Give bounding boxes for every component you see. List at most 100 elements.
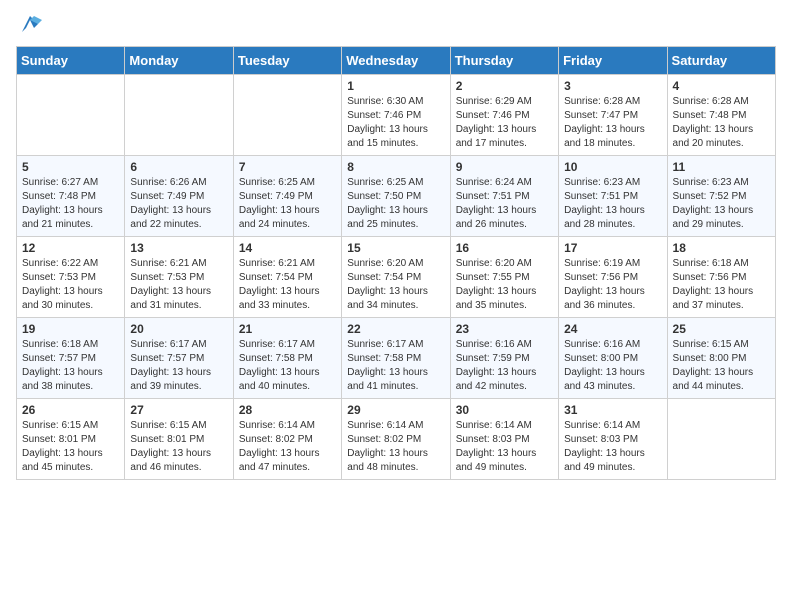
day-number: 4 bbox=[673, 79, 770, 93]
calendar-cell: 12Sunrise: 6:22 AM Sunset: 7:53 PM Dayli… bbox=[17, 237, 125, 318]
day-info: Sunrise: 6:20 AM Sunset: 7:55 PM Dayligh… bbox=[456, 257, 553, 313]
calendar-cell: 24 Sunrise: 6:16 AM Sunset: 8:00 PM Dayli… bbox=[559, 318, 667, 399]
day-info: Sunrise: 6:30 AM Sunset: 7:46 PM Dayligh… bbox=[347, 95, 444, 151]
day-number: 19 bbox=[22, 322, 119, 336]
day-info: Sunrise: 6:14 AM Sunset: 8:02 PM Dayligh… bbox=[239, 419, 336, 475]
day-number: 23 bbox=[456, 322, 553, 336]
calendar-cell: 5 Sunrise: 6:27 AM Sunset: 7:48 PM Daylig… bbox=[17, 156, 125, 237]
day-number: 6 bbox=[130, 160, 227, 174]
calendar-cell: 16 Sunrise: 6:20 AM Sunset: 7:55 PM Dayli… bbox=[450, 237, 558, 318]
day-number: 5 bbox=[22, 160, 119, 174]
weekday-header-thursday: Thursday bbox=[450, 47, 558, 75]
calendar-cell bbox=[667, 399, 775, 480]
day-number: 25 bbox=[673, 322, 770, 336]
week-row-3: 19 Sunrise: 6:18 AM Sunset: 7:57 PM Dayli… bbox=[17, 318, 776, 399]
day-number: 11 bbox=[673, 160, 770, 174]
day-number: 12 bbox=[22, 241, 119, 255]
calendar-cell: 23Sunrise: 6:16 AM Sunset: 7:59 PM Dayli… bbox=[450, 318, 558, 399]
day-number: 3 bbox=[564, 79, 661, 93]
day-number: 20 bbox=[130, 322, 227, 336]
weekday-header-row: SundayMondayTuesdayWednesdayThursdayFrid… bbox=[17, 47, 776, 75]
calendar-cell: 9 Sunrise: 6:24 AM Sunset: 7:51 PM Daylig… bbox=[450, 156, 558, 237]
calendar-cell: 2 Sunrise: 6:29 AM Sunset: 7:46 PM Daylig… bbox=[450, 75, 558, 156]
day-number: 21 bbox=[239, 322, 336, 336]
day-info: Sunrise: 6:29 AM Sunset: 7:46 PM Dayligh… bbox=[456, 95, 553, 151]
day-number: 17 bbox=[564, 241, 661, 255]
day-info: Sunrise: 6:15 AM Sunset: 8:01 PM Dayligh… bbox=[130, 419, 227, 475]
day-info: Sunrise: 6:28 AM Sunset: 7:47 PM Dayligh… bbox=[564, 95, 661, 151]
day-number: 16 bbox=[456, 241, 553, 255]
calendar-cell: 26 Sunrise: 6:15 AM Sunset: 8:01 PM Dayli… bbox=[17, 399, 125, 480]
week-row-2: 12Sunrise: 6:22 AM Sunset: 7:53 PM Dayli… bbox=[17, 237, 776, 318]
day-number: 9 bbox=[456, 160, 553, 174]
day-info: Sunrise: 6:21 AM Sunset: 7:53 PM Dayligh… bbox=[130, 257, 227, 313]
day-number: 26 bbox=[22, 403, 119, 417]
day-number: 29 bbox=[347, 403, 444, 417]
calendar-cell bbox=[17, 75, 125, 156]
day-number: 27 bbox=[130, 403, 227, 417]
week-row-0: 1 Sunrise: 6:30 AM Sunset: 7:46 PM Daylig… bbox=[17, 75, 776, 156]
day-info: Sunrise: 6:23 AM Sunset: 7:51 PM Dayligh… bbox=[564, 176, 661, 232]
calendar-cell: 30 Sunrise: 6:14 AM Sunset: 8:03 PM Dayli… bbox=[450, 399, 558, 480]
header bbox=[16, 16, 776, 36]
calendar-cell: 13 Sunrise: 6:21 AM Sunset: 7:53 PM Dayli… bbox=[125, 237, 233, 318]
logo-text bbox=[16, 16, 42, 36]
calendar-cell: 4 Sunrise: 6:28 AM Sunset: 7:48 PM Daylig… bbox=[667, 75, 775, 156]
weekday-header-monday: Monday bbox=[125, 47, 233, 75]
day-number: 14 bbox=[239, 241, 336, 255]
day-info: Sunrise: 6:14 AM Sunset: 8:03 PM Dayligh… bbox=[564, 419, 661, 475]
day-info: Sunrise: 6:14 AM Sunset: 8:03 PM Dayligh… bbox=[456, 419, 553, 475]
day-info: Sunrise: 6:17 AM Sunset: 7:58 PM Dayligh… bbox=[347, 338, 444, 394]
logo-icon bbox=[18, 12, 42, 36]
day-info: Sunrise: 6:28 AM Sunset: 7:48 PM Dayligh… bbox=[673, 95, 770, 151]
day-info: Sunrise: 6:25 AM Sunset: 7:49 PM Dayligh… bbox=[239, 176, 336, 232]
calendar: SundayMondayTuesdayWednesdayThursdayFrid… bbox=[16, 46, 776, 480]
day-number: 2 bbox=[456, 79, 553, 93]
calendar-cell: 11 Sunrise: 6:23 AM Sunset: 7:52 PM Dayli… bbox=[667, 156, 775, 237]
day-info: Sunrise: 6:17 AM Sunset: 7:58 PM Dayligh… bbox=[239, 338, 336, 394]
day-number: 7 bbox=[239, 160, 336, 174]
calendar-cell: 19 Sunrise: 6:18 AM Sunset: 7:57 PM Dayli… bbox=[17, 318, 125, 399]
calendar-cell: 15 Sunrise: 6:20 AM Sunset: 7:54 PM Dayli… bbox=[342, 237, 450, 318]
day-number: 31 bbox=[564, 403, 661, 417]
weekday-header-friday: Friday bbox=[559, 47, 667, 75]
day-number: 1 bbox=[347, 79, 444, 93]
calendar-cell: 10Sunrise: 6:23 AM Sunset: 7:51 PM Dayli… bbox=[559, 156, 667, 237]
calendar-cell: 21 Sunrise: 6:17 AM Sunset: 7:58 PM Dayli… bbox=[233, 318, 341, 399]
weekday-header-saturday: Saturday bbox=[667, 47, 775, 75]
day-number: 18 bbox=[673, 241, 770, 255]
calendar-cell: 22 Sunrise: 6:17 AM Sunset: 7:58 PM Dayli… bbox=[342, 318, 450, 399]
calendar-cell: 3 Sunrise: 6:28 AM Sunset: 7:47 PM Daylig… bbox=[559, 75, 667, 156]
calendar-cell: 1 Sunrise: 6:30 AM Sunset: 7:46 PM Daylig… bbox=[342, 75, 450, 156]
day-number: 13 bbox=[130, 241, 227, 255]
calendar-cell: 17 Sunrise: 6:19 AM Sunset: 7:56 PM Dayli… bbox=[559, 237, 667, 318]
calendar-cell: 20 Sunrise: 6:17 AM Sunset: 7:57 PM Dayli… bbox=[125, 318, 233, 399]
day-number: 22 bbox=[347, 322, 444, 336]
day-info: Sunrise: 6:15 AM Sunset: 8:01 PM Dayligh… bbox=[22, 419, 119, 475]
day-info: Sunrise: 6:26 AM Sunset: 7:49 PM Dayligh… bbox=[130, 176, 227, 232]
day-info: Sunrise: 6:21 AM Sunset: 7:54 PM Dayligh… bbox=[239, 257, 336, 313]
day-info: Sunrise: 6:24 AM Sunset: 7:51 PM Dayligh… bbox=[456, 176, 553, 232]
calendar-cell: 7 Sunrise: 6:25 AM Sunset: 7:49 PM Daylig… bbox=[233, 156, 341, 237]
day-info: Sunrise: 6:17 AM Sunset: 7:57 PM Dayligh… bbox=[130, 338, 227, 394]
calendar-cell: 6 Sunrise: 6:26 AM Sunset: 7:49 PM Daylig… bbox=[125, 156, 233, 237]
day-number: 15 bbox=[347, 241, 444, 255]
page: SundayMondayTuesdayWednesdayThursdayFrid… bbox=[0, 0, 792, 490]
day-info: Sunrise: 6:18 AM Sunset: 7:56 PM Dayligh… bbox=[673, 257, 770, 313]
day-info: Sunrise: 6:18 AM Sunset: 7:57 PM Dayligh… bbox=[22, 338, 119, 394]
day-number: 24 bbox=[564, 322, 661, 336]
day-info: Sunrise: 6:23 AM Sunset: 7:52 PM Dayligh… bbox=[673, 176, 770, 232]
day-info: Sunrise: 6:27 AM Sunset: 7:48 PM Dayligh… bbox=[22, 176, 119, 232]
logo bbox=[16, 16, 42, 36]
day-info: Sunrise: 6:19 AM Sunset: 7:56 PM Dayligh… bbox=[564, 257, 661, 313]
day-number: 30 bbox=[456, 403, 553, 417]
calendar-cell: 28 Sunrise: 6:14 AM Sunset: 8:02 PM Dayli… bbox=[233, 399, 341, 480]
calendar-cell bbox=[125, 75, 233, 156]
calendar-cell: 8Sunrise: 6:25 AM Sunset: 7:50 PM Daylig… bbox=[342, 156, 450, 237]
day-info: Sunrise: 6:20 AM Sunset: 7:54 PM Dayligh… bbox=[347, 257, 444, 313]
day-info: Sunrise: 6:25 AM Sunset: 7:50 PM Dayligh… bbox=[347, 176, 444, 232]
calendar-cell: 31 Sunrise: 6:14 AM Sunset: 8:03 PM Dayli… bbox=[559, 399, 667, 480]
calendar-cell: 25Sunrise: 6:15 AM Sunset: 8:00 PM Dayli… bbox=[667, 318, 775, 399]
day-number: 28 bbox=[239, 403, 336, 417]
day-info: Sunrise: 6:16 AM Sunset: 8:00 PM Dayligh… bbox=[564, 338, 661, 394]
